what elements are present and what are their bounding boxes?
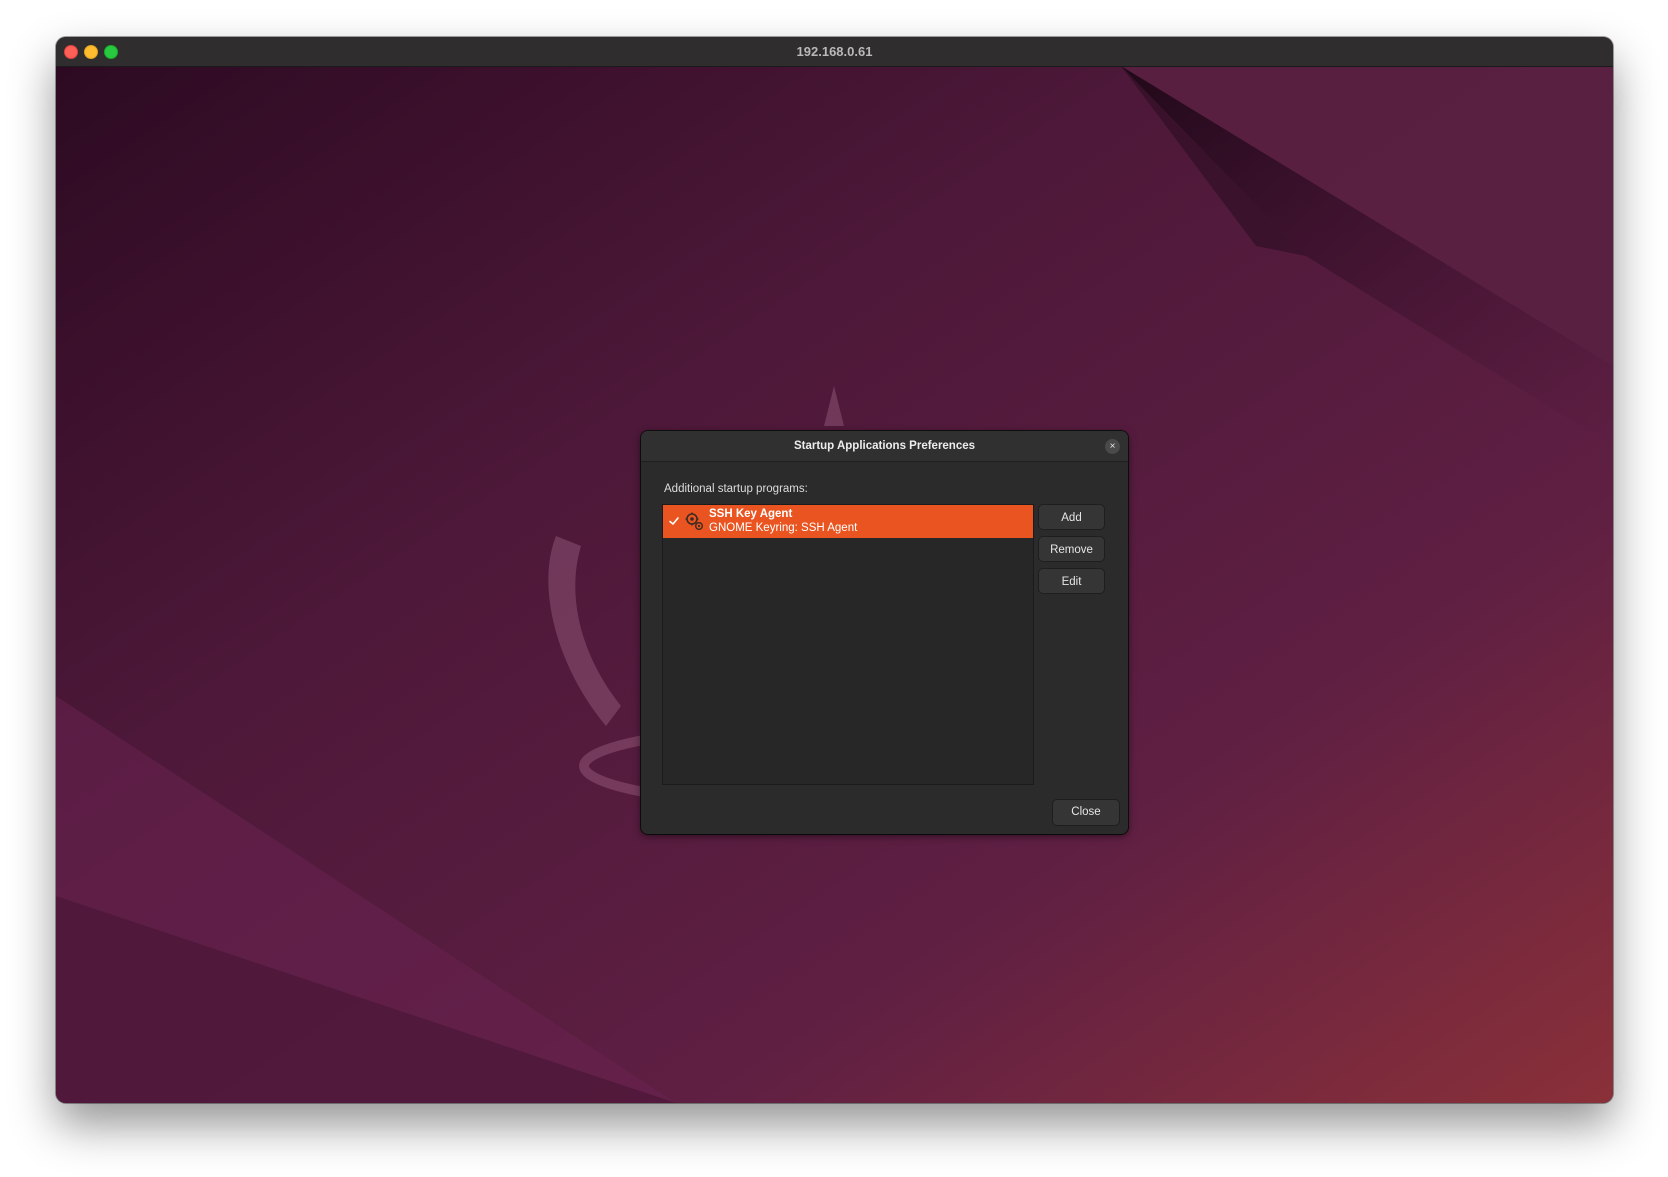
- window-titlebar[interactable]: 192.168.0.61: [56, 37, 1613, 67]
- dialog-close-icon[interactable]: ×: [1105, 439, 1120, 454]
- close-button[interactable]: Close: [1052, 799, 1120, 826]
- list-item[interactable]: SSH Key Agent GNOME Keyring: SSH Agent: [663, 505, 1033, 538]
- add-button[interactable]: Add: [1038, 504, 1105, 530]
- remote-desktop-window: 192.168.0.61 Startup Applications Prefer…: [56, 37, 1613, 1103]
- checkmark-icon[interactable]: [668, 515, 680, 527]
- remove-button[interactable]: Remove: [1038, 536, 1105, 562]
- program-name: SSH Key Agent: [709, 508, 793, 520]
- startup-applications-dialog: Startup Applications Preferences × Addit…: [641, 431, 1128, 834]
- dialog-title: Startup Applications Preferences: [793, 440, 976, 452]
- edit-button[interactable]: Edit: [1038, 568, 1105, 594]
- startup-programs-label: Additional startup programs:: [664, 483, 808, 495]
- gears-icon: [685, 512, 703, 530]
- startup-programs-list[interactable]: SSH Key Agent GNOME Keyring: SSH Agent: [662, 504, 1034, 785]
- window-title: 192.168.0.61: [796, 44, 873, 59]
- program-description: GNOME Keyring: SSH Agent: [709, 522, 858, 534]
- dialog-header[interactable]: Startup Applications Preferences ×: [641, 431, 1128, 462]
